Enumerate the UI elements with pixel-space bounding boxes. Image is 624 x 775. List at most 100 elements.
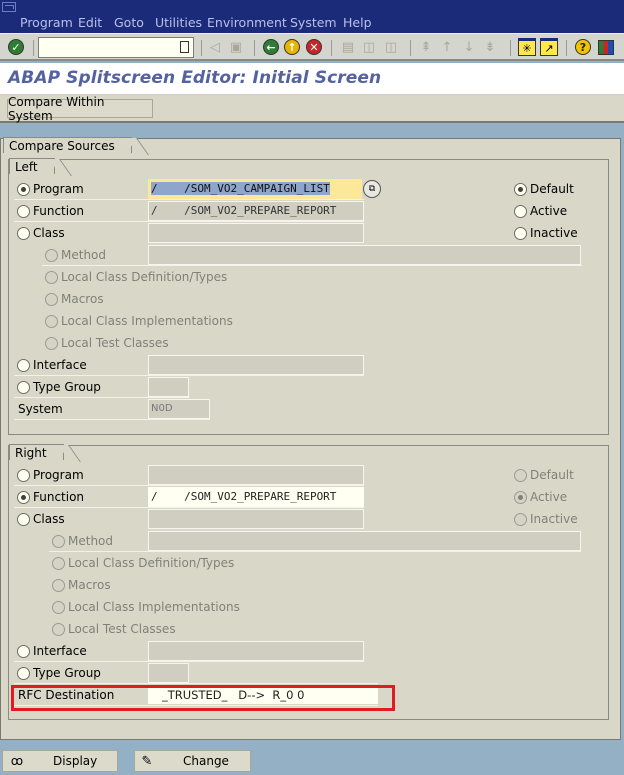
radio-icon — [45, 248, 58, 262]
toolbar-separator — [331, 40, 332, 56]
command-history-icon[interactable] — [180, 41, 189, 53]
left-type-group-radio[interactable]: Type Group — [17, 377, 101, 397]
radio-icon[interactable] — [17, 468, 30, 482]
pencil-icon: ✎ — [141, 753, 153, 769]
right-program-field[interactable] — [148, 465, 364, 485]
display-button[interactable]: ꝏ Display — [2, 750, 118, 772]
left-system-label: System — [18, 402, 63, 416]
left-system-field[interactable]: N0D — [148, 399, 210, 419]
row-divider — [14, 375, 364, 376]
right-type-group-radio[interactable]: Type Group — [17, 663, 101, 683]
print-icon[interactable]: ▤ — [339, 38, 357, 56]
left-local-test-classes-radio: Local Test Classes — [45, 333, 169, 353]
row-divider — [14, 661, 364, 662]
radio-icon[interactable] — [514, 204, 527, 218]
previous-page-icon[interactable]: ↑ — [438, 38, 456, 56]
last-page-icon[interactable]: ⇟ — [481, 38, 499, 56]
radio-icon — [514, 468, 527, 482]
menu-program[interactable]: Program — [20, 14, 73, 32]
right-macros-radio: Macros — [52, 575, 111, 595]
row-divider — [49, 551, 581, 552]
cancel-icon[interactable]: ✕ — [305, 38, 323, 56]
change-button[interactable]: ✎ Change — [134, 750, 251, 772]
row-divider — [14, 419, 210, 420]
right-local-class-def-radio: Local Class Definition/Types — [52, 553, 234, 573]
left-program-field[interactable]: / /SOM_VO2_CAMPAIGN_LIST — [148, 179, 362, 199]
radio-icon — [52, 622, 65, 636]
radio-icon[interactable] — [17, 358, 30, 372]
radio-icon[interactable] — [17, 666, 30, 680]
right-interface-radio[interactable]: Interface — [17, 641, 87, 661]
radio-icon[interactable] — [17, 490, 30, 504]
left-group-title: Left — [9, 158, 55, 174]
find-icon[interactable]: ◫ — [360, 38, 378, 56]
radio-icon[interactable] — [514, 226, 527, 240]
radio-icon[interactable] — [17, 644, 30, 658]
radio-icon[interactable] — [17, 512, 30, 526]
left-program-radio[interactable]: Program — [17, 179, 84, 199]
menu-edit[interactable]: Edit — [78, 14, 102, 32]
right-class-radio[interactable]: Class — [17, 509, 65, 529]
left-inactive-radio[interactable]: Inactive — [514, 223, 578, 243]
radio-icon[interactable] — [17, 204, 30, 218]
right-interface-field[interactable] — [148, 641, 364, 661]
system-menu-icon[interactable] — [2, 2, 16, 12]
create-shortcut-icon[interactable]: ↗ — [540, 38, 558, 56]
radio-icon[interactable] — [514, 182, 527, 196]
radio-icon — [52, 578, 65, 592]
row-divider — [14, 485, 364, 486]
menu-goto[interactable]: Goto — [114, 14, 144, 32]
value-help-icon[interactable]: ⧉ — [363, 180, 381, 198]
rfc-highlight-box — [11, 685, 395, 711]
first-page-icon[interactable]: ⇞ — [417, 38, 435, 56]
row-divider — [14, 507, 364, 508]
next-page-icon[interactable]: ↓ — [460, 38, 478, 56]
title-area: ABAP Splitscreen Editor: Initial Screen — [0, 63, 624, 95]
right-local-class-impl-radio: Local Class Implementations — [52, 597, 240, 617]
layout-menu-icon[interactable] — [597, 38, 615, 56]
radio-icon[interactable] — [17, 182, 30, 196]
toolbar-separator — [566, 40, 567, 56]
right-function-radio[interactable]: Function — [17, 487, 84, 507]
create-session-icon[interactable]: ✳ — [518, 38, 536, 56]
left-active-radio[interactable]: Active — [514, 201, 567, 221]
right-inactive-radio: Inactive — [514, 509, 578, 529]
radio-icon[interactable] — [17, 226, 30, 240]
enter-icon[interactable]: ✓ — [7, 38, 25, 56]
radio-icon[interactable] — [17, 380, 30, 394]
left-function-radio[interactable]: Function — [17, 201, 84, 221]
radio-icon — [45, 270, 58, 284]
find-next-icon[interactable]: ◫ — [382, 38, 400, 56]
left-interface-field[interactable] — [148, 355, 364, 375]
glasses-icon: ꝏ — [10, 754, 24, 768]
row-divider — [14, 221, 364, 222]
menu-system[interactable]: System — [290, 14, 337, 32]
right-program-radio[interactable]: Program — [17, 465, 84, 485]
exit-icon[interactable]: ↑ — [283, 38, 301, 56]
application-toolbar: Compare Within System — [0, 95, 624, 123]
left-type-group-field[interactable] — [148, 377, 189, 397]
right-function-field[interactable]: / /SOM_VO2_PREPARE_REPORT — [148, 487, 364, 507]
toolbar-separator — [410, 40, 411, 56]
left-class-radio[interactable]: Class — [17, 223, 65, 243]
help-icon[interactable]: ? — [574, 38, 592, 56]
compare-sources-title: Compare Sources — [3, 137, 132, 153]
left-function-field[interactable]: / /SOM_VO2_PREPARE_REPORT — [148, 201, 364, 221]
left-class-field[interactable] — [148, 223, 364, 243]
command-input[interactable] — [39, 38, 169, 57]
menu-help[interactable]: Help — [343, 14, 372, 32]
right-class-field[interactable] — [148, 509, 364, 529]
save-icon[interactable]: ▣ — [227, 38, 245, 56]
right-active-radio: Active — [514, 487, 567, 507]
menu-utilities[interactable]: Utilities — [155, 14, 202, 32]
right-type-group-field[interactable] — [148, 663, 189, 683]
compare-within-system-button[interactable]: Compare Within System — [7, 95, 153, 123]
back-green-icon[interactable]: ← — [262, 38, 280, 56]
menu-environment[interactable]: Environment — [207, 14, 287, 32]
command-field[interactable] — [38, 37, 194, 58]
left-interface-radio[interactable]: Interface — [17, 355, 87, 375]
back-icon[interactable]: ◁ — [206, 38, 224, 56]
radio-icon — [45, 292, 58, 306]
left-default-radio[interactable]: Default — [514, 179, 574, 199]
row-divider — [14, 397, 189, 398]
